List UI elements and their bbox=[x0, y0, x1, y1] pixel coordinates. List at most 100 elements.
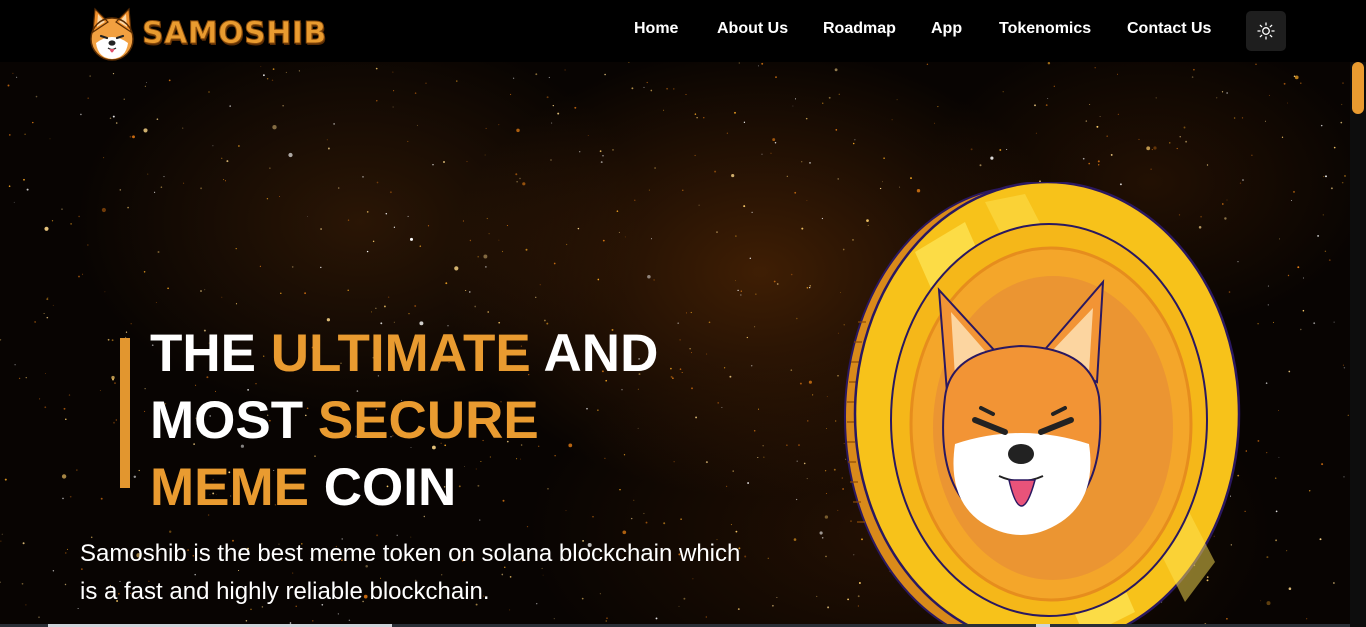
star-dot bbox=[812, 394, 814, 396]
star-dot bbox=[681, 371, 683, 374]
theme-toggle-button[interactable] bbox=[1246, 11, 1286, 51]
star-dot bbox=[226, 160, 229, 163]
star-dot bbox=[1260, 600, 1262, 602]
star-dot bbox=[24, 133, 26, 136]
star-dot bbox=[115, 419, 117, 421]
star-dot bbox=[212, 145, 214, 147]
heading-accent-bar bbox=[120, 338, 130, 488]
star-dot bbox=[87, 97, 90, 100]
star-dot bbox=[229, 105, 231, 107]
star-dot bbox=[663, 522, 666, 525]
star-dot bbox=[1176, 147, 1178, 150]
star-dot bbox=[672, 377, 674, 380]
star-dot bbox=[793, 538, 797, 541]
star-dot bbox=[487, 311, 490, 313]
star-dot bbox=[101, 207, 106, 213]
star-dot bbox=[501, 250, 504, 253]
star-dot bbox=[224, 180, 227, 182]
star-dot bbox=[1288, 587, 1292, 590]
star-dot bbox=[389, 191, 392, 194]
scrollbar-thumb[interactable] bbox=[1352, 62, 1364, 114]
star-dot bbox=[1002, 91, 1004, 93]
star-dot bbox=[747, 482, 750, 484]
star-dot bbox=[68, 394, 71, 396]
star-dot bbox=[690, 311, 692, 314]
star-dot bbox=[1216, 97, 1218, 99]
star-dot bbox=[1302, 277, 1304, 279]
nav-contact-us[interactable]: Contact Us bbox=[1127, 20, 1211, 38]
star-dot bbox=[1267, 304, 1269, 306]
star-dot bbox=[312, 620, 314, 622]
star-dot bbox=[133, 475, 137, 479]
star-dot bbox=[1151, 149, 1153, 151]
star-dot bbox=[535, 73, 538, 76]
star-dot bbox=[826, 427, 827, 429]
star-dot bbox=[307, 216, 308, 217]
star-dot bbox=[163, 176, 165, 178]
star-dot bbox=[1342, 82, 1344, 84]
star-dot bbox=[1098, 164, 1100, 166]
star-dot bbox=[801, 227, 804, 230]
star-dot bbox=[488, 233, 490, 235]
star-dot bbox=[138, 469, 140, 472]
star-dot bbox=[599, 150, 602, 153]
star-dot bbox=[1099, 115, 1101, 117]
star-dot bbox=[597, 278, 600, 281]
star-dot bbox=[691, 387, 693, 390]
page-scrollbar[interactable] bbox=[1350, 62, 1366, 627]
star-dot bbox=[546, 96, 549, 99]
star-dot bbox=[526, 525, 529, 528]
nav-tokenomics[interactable]: Tokenomics bbox=[999, 20, 1091, 38]
star-dot bbox=[1291, 199, 1292, 201]
star-dot bbox=[144, 410, 146, 412]
star-dot bbox=[735, 235, 737, 237]
star-dot bbox=[738, 62, 740, 64]
star-dot bbox=[103, 157, 105, 159]
nav-roadmap[interactable]: Roadmap bbox=[823, 20, 896, 38]
star-dot bbox=[26, 188, 29, 191]
star-dot bbox=[792, 105, 794, 107]
star-dot bbox=[266, 198, 269, 200]
star-dot bbox=[516, 181, 518, 183]
star-dot bbox=[825, 555, 827, 558]
star-dot bbox=[0, 338, 2, 341]
star-dot bbox=[827, 606, 830, 609]
star-dot bbox=[21, 582, 24, 585]
star-dot bbox=[263, 74, 265, 77]
star-dot bbox=[485, 266, 487, 268]
star-dot bbox=[160, 186, 163, 188]
star-dot bbox=[1302, 309, 1305, 312]
star-dot bbox=[809, 287, 811, 289]
star-dot bbox=[1342, 364, 1344, 366]
star-dot bbox=[826, 396, 828, 398]
star-dot bbox=[834, 68, 838, 72]
star-dot bbox=[327, 147, 330, 150]
star-dot bbox=[347, 289, 349, 292]
nav-home[interactable]: Home bbox=[634, 20, 678, 38]
star-dot bbox=[631, 87, 634, 90]
star-dot bbox=[1297, 266, 1300, 269]
hero-description: Samoshib is the best meme token on solan… bbox=[80, 540, 741, 605]
star-dot bbox=[1097, 160, 1100, 163]
star-dot bbox=[1226, 92, 1228, 94]
star-dot bbox=[1155, 97, 1157, 99]
star-dot bbox=[1251, 154, 1253, 156]
star-dot bbox=[18, 377, 21, 380]
star-dot bbox=[156, 118, 159, 121]
star-dot bbox=[896, 99, 898, 101]
star-dot bbox=[1293, 190, 1295, 193]
nav-about-us[interactable]: About Us bbox=[717, 20, 788, 38]
star-dot bbox=[565, 243, 568, 246]
star-dot bbox=[1096, 125, 1099, 128]
star-dot bbox=[0, 581, 1, 583]
star-dot bbox=[551, 122, 553, 124]
star-dot bbox=[761, 62, 764, 65]
star-dot bbox=[1341, 103, 1343, 106]
star-dot bbox=[1325, 175, 1327, 178]
star-dot bbox=[677, 322, 680, 325]
star-dot bbox=[1179, 136, 1181, 138]
star-dot bbox=[425, 82, 427, 84]
star-dot bbox=[272, 68, 275, 70]
star-dot bbox=[8, 185, 11, 187]
nav-app[interactable]: App bbox=[931, 20, 962, 38]
